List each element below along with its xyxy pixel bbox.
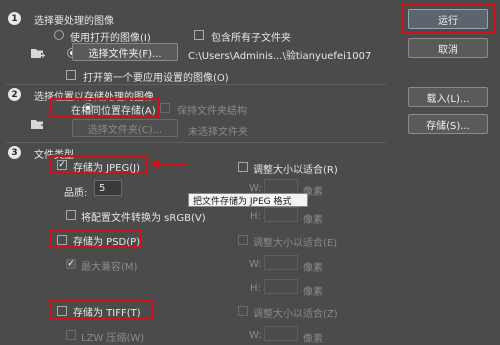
load-button[interactable]: 载入(L)...	[408, 87, 488, 107]
resize-to-fit-psd-label: 调整大小以适合(E)	[253, 238, 338, 249]
include-subfolders-checkbox[interactable]	[194, 30, 204, 40]
resize-to-fit-tiff-label: 调整大小以适合(Z)	[253, 309, 338, 320]
open-first-image-checkbox[interactable]	[66, 70, 76, 80]
use-open-images-radio[interactable]	[54, 30, 64, 40]
save-jpeg-checkbox[interactable]	[57, 160, 67, 170]
psd-width-label: W:	[249, 259, 262, 270]
divider	[6, 84, 386, 85]
save-jpeg-label: 存储为 JPEG(J)	[73, 163, 140, 174]
save-same-location-label: 在相同位置存储(A)	[71, 106, 156, 117]
section-number-3: 3	[8, 146, 21, 159]
select-destination-folder-button[interactable]: 选择文件夹(C)...	[72, 119, 178, 137]
cancel-button[interactable]: 取消	[408, 38, 488, 58]
tiff-width-input[interactable]	[264, 326, 298, 341]
use-open-images-label: 使用打开的图像(I)	[70, 33, 151, 44]
no-folder-selected-label: 未选择文件夹	[188, 127, 248, 138]
max-compat-label: 最大兼容(M)	[81, 262, 138, 273]
max-compat-checkbox[interactable]	[66, 259, 76, 269]
save-settings-button[interactable]: 存储(S)...	[408, 114, 488, 134]
open-first-image-label: 打开第一个要应用设置的图像(O)	[83, 73, 229, 84]
psd-height-label: H:	[250, 283, 261, 294]
quality-input[interactable]: 5	[94, 180, 122, 196]
psd-width-px: 像素	[303, 263, 323, 274]
convert-srgb-checkbox[interactable]	[66, 210, 76, 220]
save-psd-label: 存储为 PSD(P)	[73, 237, 141, 248]
folder-icon	[30, 47, 46, 59]
save-psd-checkbox[interactable]	[57, 235, 67, 245]
save-tiff-checkbox[interactable]	[57, 306, 67, 316]
source-folder-path: C:\Users\Adminis...\验tianyuefei1007	[188, 51, 372, 62]
save-tiff-label: 存储为 TIFF(T)	[73, 308, 141, 319]
convert-srgb-label: 将配置文件转换为 sRGB(V)	[81, 213, 206, 224]
resize-to-fit-jpeg-label: 调整大小以适合(R)	[253, 165, 338, 176]
jpeg-height-label: H:	[250, 211, 261, 222]
psd-width-input[interactable]	[264, 255, 298, 270]
psd-height-px: 像素	[303, 287, 323, 298]
keep-folder-structure-label: 保持文件夹结构	[177, 106, 247, 117]
lzw-label: LZW 压缩(W)	[81, 333, 145, 344]
section-title-select-images: 选择要处理的图像	[34, 16, 114, 27]
jpeg-width-input[interactable]	[264, 179, 298, 194]
tiff-width-label: W:	[249, 330, 262, 341]
red-arrow-icon	[150, 158, 188, 170]
keep-folder-structure-checkbox[interactable]	[160, 103, 170, 113]
jpeg-height-px: 像素	[303, 215, 323, 226]
resize-to-fit-jpeg-checkbox[interactable]	[238, 162, 248, 172]
psd-height-input[interactable]	[264, 279, 298, 294]
divider	[6, 142, 386, 143]
tooltip: 把文件存储为 JPEG 格式	[188, 193, 308, 207]
resize-to-fit-psd-checkbox[interactable]	[238, 235, 248, 245]
run-button[interactable]: 运行	[408, 9, 488, 29]
resize-to-fit-tiff-checkbox[interactable]	[238, 306, 248, 316]
jpeg-height-input[interactable]	[264, 207, 298, 222]
quality-label: 品质:	[64, 188, 88, 199]
lzw-checkbox[interactable]	[66, 330, 76, 340]
section-number-2: 2	[8, 88, 21, 101]
section-number-1: 1	[8, 12, 21, 25]
select-folder-button[interactable]: 选择文件夹(F)...	[72, 43, 178, 61]
tiff-width-px: 像素	[303, 334, 323, 345]
include-subfolders-label: 包含所有子文件夹	[211, 33, 291, 44]
folder-icon	[30, 118, 47, 130]
